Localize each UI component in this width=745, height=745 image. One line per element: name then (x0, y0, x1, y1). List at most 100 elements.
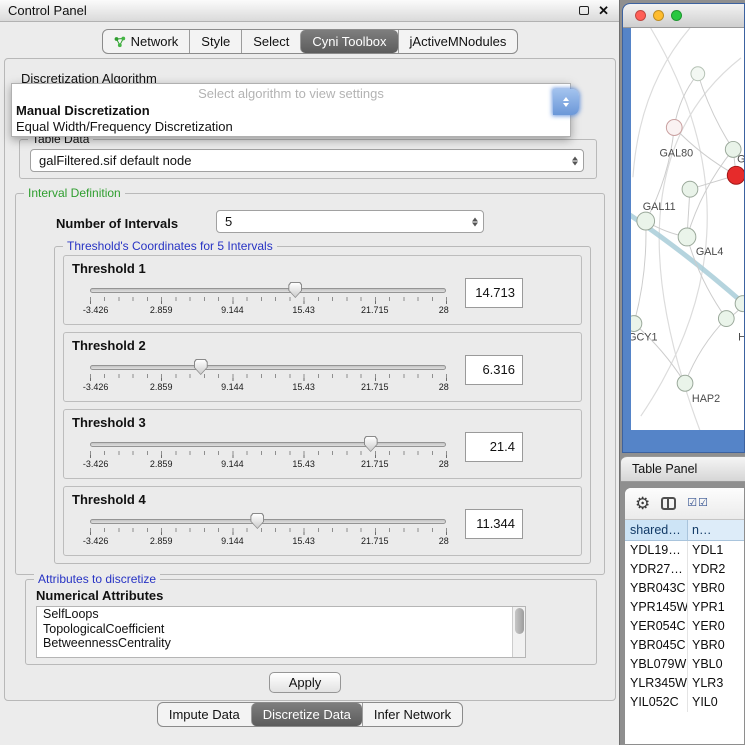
scale-tick-label: 9.144 (221, 382, 244, 392)
slider-thumb-icon[interactable] (364, 436, 378, 452)
cell-name[interactable]: YPR1 (688, 598, 744, 617)
threshold-value-box[interactable]: 21.4 (465, 432, 523, 462)
combo-stepper-icon (572, 156, 578, 165)
network-node-label: HAP2 (692, 393, 720, 405)
network-node[interactable] (691, 67, 705, 81)
network-node[interactable] (666, 120, 682, 136)
attribute-list-item[interactable]: TopologicalCoefficient (37, 622, 525, 637)
cell-name[interactable]: YBL0 (688, 655, 744, 674)
column-header-name[interactable]: n… (688, 520, 744, 541)
zoom-traffic-light-icon[interactable] (671, 10, 682, 21)
threshold-slider[interactable] (90, 442, 446, 447)
table-row[interactable]: YPR145WYPR1 (625, 598, 744, 617)
attribute-list-item[interactable]: SelfLoops (37, 607, 525, 622)
tab-style[interactable]: Style (189, 30, 241, 53)
threshold-slider[interactable] (90, 288, 446, 293)
tab-select[interactable]: Select (241, 30, 300, 53)
tab-network[interactable]: Network (103, 30, 190, 53)
network-node[interactable] (631, 316, 642, 332)
scale-tick-label: 28 (439, 305, 449, 315)
slider-thumb-icon[interactable] (194, 359, 208, 375)
table-row[interactable]: YIL052CYIL0 (625, 693, 744, 712)
float-window-icon[interactable] (579, 6, 589, 15)
cell-name[interactable]: YLR3 (688, 674, 744, 693)
cell-shared-name[interactable]: YDR27… (625, 560, 688, 579)
cell-shared-name[interactable]: YBR045C (625, 636, 688, 655)
slider-scale: -3.4262.8599.14415.4321.71528 (90, 305, 446, 316)
tab-impute-data[interactable]: Impute Data (158, 703, 251, 726)
minimize-traffic-light-icon[interactable] (653, 10, 664, 21)
threshold-block: Threshold 3 -3.4262.8599.14415.4321.7152… (63, 409, 582, 479)
cell-name[interactable]: YER0 (688, 617, 744, 636)
threshold-value-box[interactable]: 14.713 (465, 278, 523, 308)
attributes-group: Attributes to discretize Numerical Attri… (25, 579, 597, 665)
settings-gear-icon[interactable]: ⚙ (635, 495, 650, 512)
columns-icon[interactable] (661, 497, 676, 510)
apply-button[interactable]: Apply (269, 672, 341, 693)
network-node[interactable] (682, 181, 698, 197)
top-tab-bar: Network StyleSelectCyni ToolboxjActiveMNo… (102, 29, 519, 54)
cell-shared-name[interactable]: YER054C (625, 617, 688, 636)
network-node-label: GAL11 (643, 201, 676, 213)
table-data-group: Table Data galFiltered.sif default node (19, 139, 597, 179)
table-row[interactable]: YLR345WYLR3 (625, 674, 744, 693)
tab-label: Network (131, 34, 179, 49)
cell-name[interactable]: YIL0 (688, 693, 744, 712)
table-row[interactable]: YDL19…YDL1 (625, 541, 744, 560)
close-icon[interactable]: ✕ (598, 4, 609, 17)
threshold-slider[interactable] (90, 365, 446, 370)
threshold-slider[interactable] (90, 519, 446, 524)
scrollbar-thumb[interactable] (515, 608, 524, 634)
cell-name[interactable]: YDL1 (688, 541, 744, 560)
slider-thumb-icon[interactable] (288, 282, 302, 298)
network-graph[interactable]: GAL80GAL11GAL4GCY1HAP2GALH (631, 28, 744, 430)
algorithm-option[interactable]: Equal Width/Frequency Discretization (12, 119, 570, 135)
tab-cyni-toolbox[interactable]: Cyni Toolbox (300, 30, 397, 53)
cell-shared-name[interactable]: YBR043C (625, 579, 688, 598)
scale-tick-label: 2.859 (150, 382, 173, 392)
algorithm-placeholder: Select algorithm to view settings (12, 86, 570, 103)
thresholds-group-title: Threshold's Coordinates for 5 Intervals (63, 239, 277, 253)
number-of-intervals-combo[interactable]: 5 (216, 210, 484, 233)
attribute-list-item[interactable]: BetweennessCentrality (37, 636, 525, 651)
close-traffic-light-icon[interactable] (635, 10, 646, 21)
cell-name[interactable]: YBR0 (688, 579, 744, 598)
column-header-shared-name[interactable]: shared… (625, 520, 688, 541)
tab-infer-network[interactable]: Infer Network (362, 703, 462, 726)
interval-definition-group-title: Interval Definition (24, 186, 125, 200)
cell-shared-name[interactable]: YBL079W (625, 655, 688, 674)
tab-label: Discretize Data (263, 707, 351, 722)
slider-thumb-icon[interactable] (250, 513, 264, 529)
network-node-label: GAL (737, 153, 744, 165)
table-row[interactable]: YBR045CYBR0 (625, 636, 744, 655)
network-canvas[interactable]: GAL80GAL11GAL4GCY1HAP2GALH (631, 28, 744, 430)
table-row[interactable]: YBR043CYBR0 (625, 579, 744, 598)
table-row[interactable]: YDR27…YDR2 (625, 560, 744, 579)
threshold-value-box[interactable]: 11.344 (465, 509, 523, 539)
table-data-combo[interactable]: galFiltered.sif default node (30, 149, 584, 172)
tab-discretize-data[interactable]: Discretize Data (251, 703, 362, 726)
network-node[interactable] (678, 228, 696, 246)
table-row[interactable]: YBL079WYBL0 (625, 655, 744, 674)
network-node[interactable] (677, 375, 693, 391)
slider-scale: -3.4262.8599.14415.4321.71528 (90, 459, 446, 470)
attributes-scrollbar[interactable] (512, 607, 525, 657)
tab-label: Infer Network (374, 707, 451, 722)
cell-shared-name[interactable]: YLR345W (625, 674, 688, 693)
cell-name[interactable]: YDR2 (688, 560, 744, 579)
table-row[interactable]: YER054CYER0 (625, 617, 744, 636)
network-node[interactable] (637, 212, 655, 230)
cell-shared-name[interactable]: YIL052C (625, 693, 688, 712)
network-node[interactable] (727, 166, 744, 184)
threshold-value-box[interactable]: 6.316 (465, 355, 523, 385)
cell-name[interactable]: YBR0 (688, 636, 744, 655)
cell-shared-name[interactable]: YPR145W (625, 598, 688, 617)
numerical-attributes-list[interactable]: SelfLoopsTopologicalCoefficientBetweenne… (36, 606, 526, 658)
number-of-intervals-value: 5 (225, 214, 232, 229)
tab-jactivemnodules[interactable]: jActiveMNodules (398, 30, 518, 53)
network-node[interactable] (718, 311, 734, 327)
algorithm-combo-stepper[interactable] (553, 89, 579, 115)
cell-shared-name[interactable]: YDL19… (625, 541, 688, 560)
column-checkboxes-icon[interactable]: ☑☑ (687, 498, 709, 509)
algorithm-option[interactable]: Manual Discretization (12, 103, 570, 119)
